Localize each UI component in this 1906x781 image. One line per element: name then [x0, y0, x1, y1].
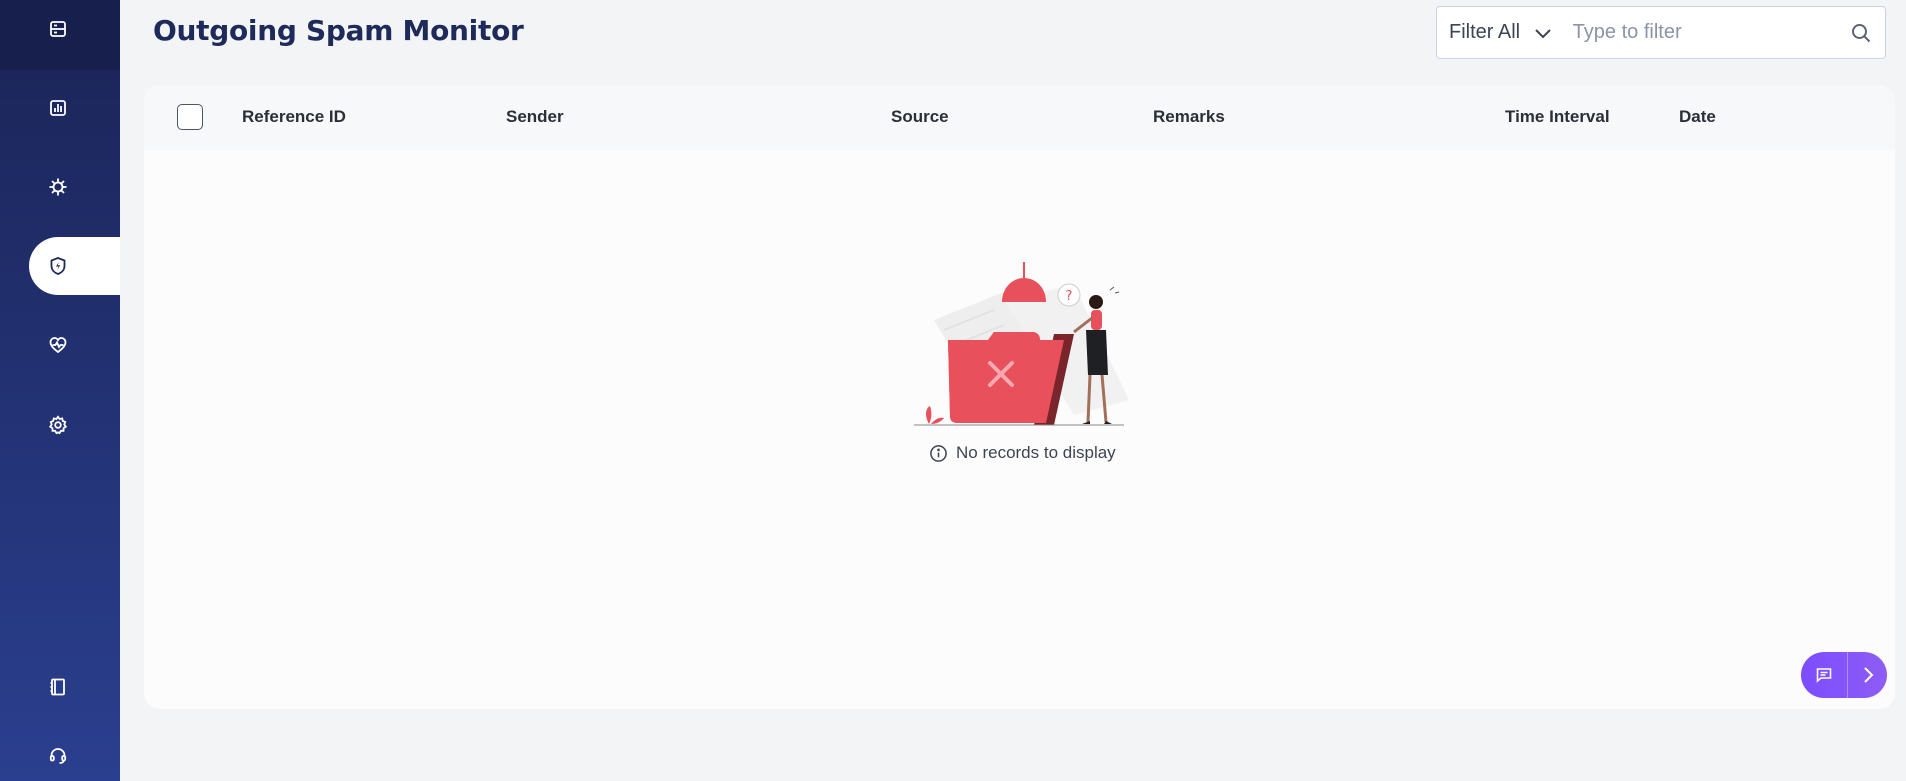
page-title: Outgoing Spam Monitor	[153, 14, 524, 47]
records-table: Reference ID Sender Source Remarks Time …	[144, 85, 1895, 709]
column-header-date[interactable]: Date	[1679, 107, 1716, 127]
chat-button[interactable]	[1801, 652, 1847, 698]
column-header-reference-id[interactable]: Reference ID	[242, 107, 346, 127]
sidebar-item-docs[interactable]	[29, 658, 120, 716]
shield-bolt-icon	[50, 257, 66, 275]
filter-input[interactable]	[1560, 7, 1838, 58]
list-icon	[50, 21, 66, 37]
table-header: Reference ID Sender Source Remarks Time …	[144, 85, 1895, 150]
sidebar-item-settings[interactable]	[29, 396, 120, 454]
chat-widget	[1801, 652, 1887, 698]
heart-pulse-icon	[49, 337, 67, 354]
headset-icon	[49, 748, 67, 764]
chart-icon	[50, 100, 66, 116]
column-header-source[interactable]: Source	[891, 107, 949, 127]
sidebar-item-threats[interactable]	[29, 158, 120, 216]
chevron-right-icon	[1863, 667, 1873, 683]
sidebar-item-support[interactable]	[29, 727, 120, 781]
empty-state-message: No records to display	[929, 443, 1116, 463]
svg-text:?: ?	[1066, 289, 1073, 304]
column-header-time-interval[interactable]: Time Interval	[1505, 107, 1610, 127]
sidebar-item-spam-monitor[interactable]	[29, 237, 120, 295]
select-all-checkbox[interactable]	[177, 104, 203, 130]
chevron-down-icon	[1535, 28, 1551, 38]
column-header-sender[interactable]: Sender	[506, 107, 564, 127]
info-icon	[930, 444, 947, 462]
virus-icon	[49, 178, 67, 196]
filter-dropdown-value: Filter All	[1449, 21, 1521, 43]
empty-folder-illustration: ?	[914, 262, 1129, 426]
search-icon	[1852, 23, 1871, 42]
empty-state-text: No records to display	[956, 443, 1116, 462]
filter-bar: Filter All	[1436, 6, 1886, 59]
column-header-remarks[interactable]: Remarks	[1153, 107, 1225, 127]
gear-icon	[48, 415, 68, 435]
filter-dropdown[interactable]: Filter All	[1437, 7, 1561, 58]
search-button[interactable]	[1838, 7, 1885, 58]
sidebar-item-reports[interactable]	[29, 79, 120, 137]
sidebar-item-health[interactable]	[29, 316, 120, 374]
sidebar-item-overview[interactable]	[29, 0, 120, 58]
book-icon	[50, 678, 65, 696]
chat-icon	[1816, 668, 1832, 683]
sidebar	[0, 0, 120, 781]
